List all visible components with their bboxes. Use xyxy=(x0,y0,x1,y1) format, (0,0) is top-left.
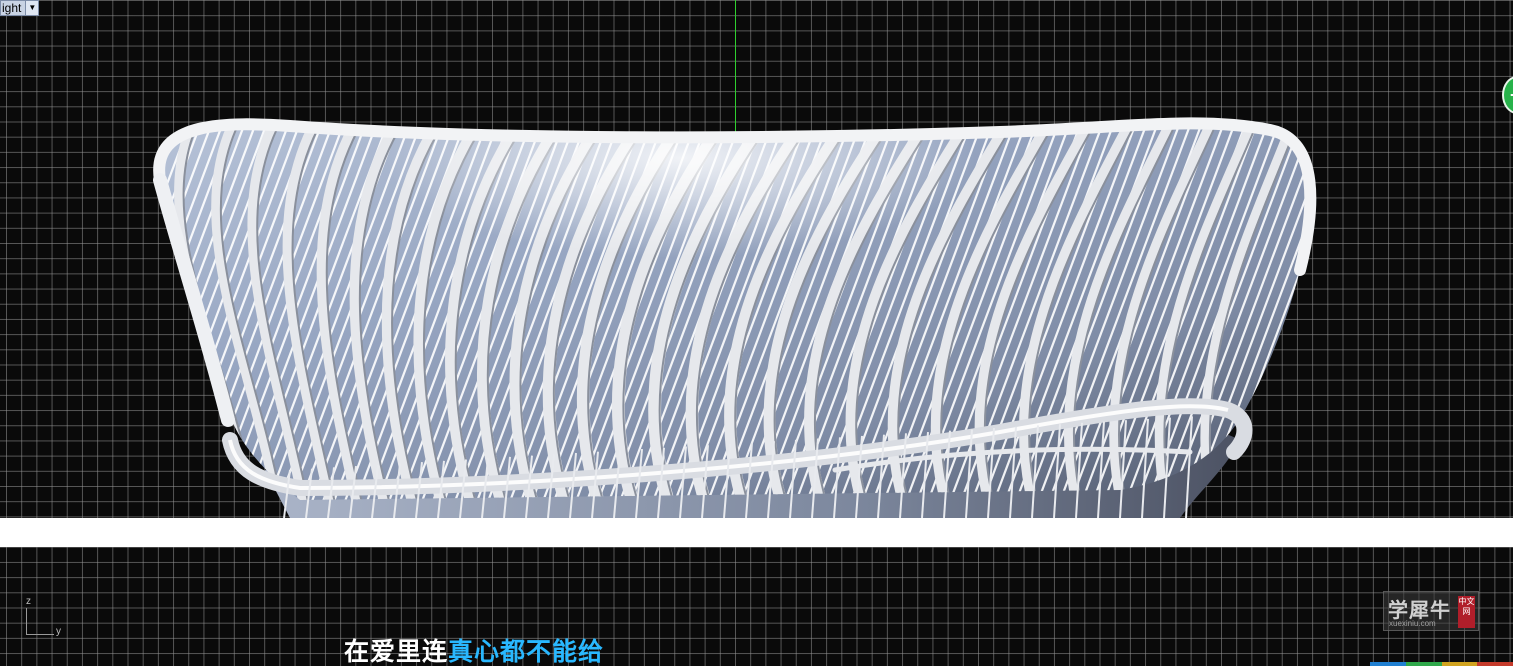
video-subtitle: 在爱里连真心都不能给 xyxy=(344,636,604,666)
y-axis-label: y xyxy=(56,626,61,637)
ground-plane-band xyxy=(0,518,1513,547)
z-axis-label: z xyxy=(26,596,31,607)
axis-gizmo: z y xyxy=(18,596,68,644)
y-axis-line xyxy=(26,634,54,635)
z-axis-line xyxy=(26,608,27,634)
triangle-down-icon[interactable]: ▼ xyxy=(25,1,39,15)
viewport-title[interactable]: ight xyxy=(1,1,25,15)
status-color-strip xyxy=(1370,662,1513,666)
subtitle-part-1: 在爱里连 xyxy=(344,637,449,666)
viewport-title-tab[interactable]: ight ▼ xyxy=(0,0,40,16)
watermark-seal: 中文网 xyxy=(1458,596,1475,628)
subtitle-part-2: 真心都不能给 xyxy=(448,637,605,666)
watermark-url: xuexiniu.com xyxy=(1389,619,1436,628)
stadium-model xyxy=(153,117,1317,519)
viewport-3d[interactable]: ight ▼ z y 在爱里连真心都不能给 学犀牛 xuexiniu.com 中… xyxy=(0,0,1513,666)
watermark-logo: 学犀牛 xuexiniu.com 中文网 xyxy=(1383,591,1479,631)
